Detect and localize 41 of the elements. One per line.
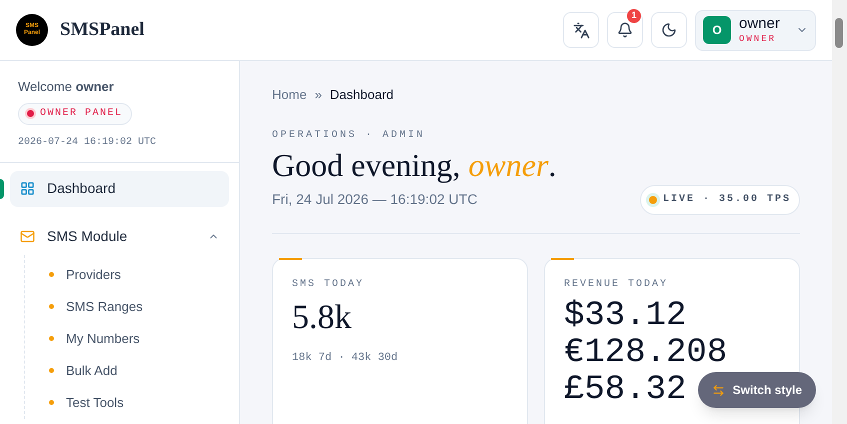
grid-icon: [20, 181, 35, 196]
breadcrumb-separator: »: [314, 86, 322, 104]
eyebrow-text: OPERATIONS · ADMIN: [272, 128, 426, 142]
breadcrumb-link[interactable]: Home: [272, 85, 307, 104]
moon-icon: [661, 22, 677, 38]
user-name: owner: [739, 16, 780, 31]
brand-name: SMSPanel: [60, 18, 144, 42]
card-value: €128.208: [564, 334, 728, 372]
card-title: REVENUE TODAY: [564, 278, 670, 292]
welcome-text: Welcome owner: [18, 78, 114, 96]
user-menu-button[interactable]: O owner OWNER: [695, 10, 816, 50]
submenu-item[interactable]: Bulk Add: [25, 354, 229, 386]
date-text: Fri, 24 Jul 2026 — 16:19:02 UTC: [272, 190, 478, 209]
user-role: OWNER: [739, 35, 776, 44]
breadcrumb-current: Dashboard: [330, 86, 394, 104]
submenu-item[interactable]: SMS Ranges: [25, 290, 229, 322]
notifications-button[interactable]: 1: [607, 12, 643, 48]
scrollbar[interactable]: [832, 0, 847, 424]
bell-icon: [617, 22, 633, 38]
live-badge: LIVE · 35.00 TPS: [640, 184, 800, 214]
swap-icon: [712, 384, 725, 396]
submenu-item[interactable]: My Numbers: [25, 322, 229, 354]
submenu-item[interactable]: Providers: [25, 258, 229, 290]
panel-badge: OWNER PANEL: [18, 102, 132, 124]
submenu-item[interactable]: Test Tools: [25, 386, 229, 418]
sidebar-item[interactable]: SMS Module: [10, 218, 229, 254]
card-value: 5.8k: [292, 298, 352, 338]
translate-icon: [572, 22, 590, 38]
mail-icon: [20, 229, 35, 244]
theme-toggle-button[interactable]: [651, 12, 687, 48]
notification-badge: 1: [627, 9, 641, 23]
card-footer: 18k 7d · 43k 30d: [292, 350, 508, 366]
sidebar-item[interactable]: Dashboard: [10, 170, 229, 206]
card-title: SMS TODAY: [292, 278, 366, 292]
timestamp: 2026-07-24 16:19:02 UTC: [18, 136, 156, 150]
switch-style-button[interactable]: Switch style: [698, 372, 816, 408]
user-avatar: O: [703, 16, 731, 44]
card-value: £58.32: [564, 372, 686, 408]
greeting-heading: Good evening, owner.: [272, 146, 558, 184]
card-value: $33.12: [564, 298, 686, 334]
translate-button[interactable]: [563, 12, 599, 48]
